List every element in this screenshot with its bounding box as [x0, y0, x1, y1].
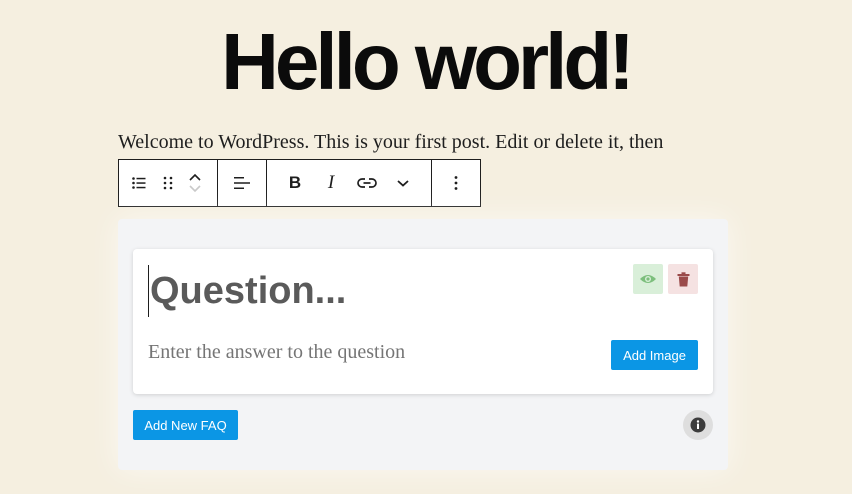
toggle-visibility-button[interactable]	[633, 264, 663, 294]
post-title[interactable]: Hello world!	[0, 14, 852, 110]
list-icon	[132, 177, 146, 189]
info-button[interactable]	[683, 410, 713, 440]
toolbar-group-align	[218, 160, 267, 206]
delete-faq-button[interactable]	[668, 264, 698, 294]
bold-button[interactable]: B	[277, 160, 313, 206]
info-icon	[690, 417, 706, 433]
options-button[interactable]	[440, 160, 472, 206]
drag-handle-button[interactable]	[153, 160, 183, 206]
eye-icon	[640, 275, 656, 283]
more-formats-button[interactable]	[385, 160, 421, 206]
faq-block: Question... Enter the answer to the ques…	[118, 219, 728, 470]
question-input[interactable]: Question...	[148, 265, 620, 317]
chevron-down-icon	[397, 180, 409, 187]
answer-input[interactable]: Enter the answer to the question	[148, 341, 405, 364]
toolbar-group-options	[432, 160, 480, 206]
add-new-faq-button[interactable]: Add New FAQ	[133, 410, 238, 440]
align-button[interactable]	[224, 160, 260, 206]
move-down-icon[interactable]	[188, 184, 202, 194]
toolbar-group-block	[119, 160, 218, 206]
drag-handle-icon	[163, 176, 173, 190]
block-toolbar: B I	[118, 159, 481, 207]
link-icon	[357, 178, 377, 188]
post-paragraph[interactable]: Welcome to WordPress. This is your first…	[118, 131, 663, 154]
move-up-icon[interactable]	[188, 172, 202, 182]
block-mover	[183, 160, 207, 206]
list-block-button[interactable]	[125, 160, 153, 206]
italic-button[interactable]: I	[313, 160, 349, 206]
faq-item-card: Question... Enter the answer to the ques…	[133, 249, 713, 394]
toolbar-group-format: B I	[267, 160, 432, 206]
add-image-button[interactable]: Add Image	[611, 340, 698, 370]
italic-icon: I	[327, 172, 335, 193]
align-left-icon	[234, 177, 250, 189]
bold-icon: B	[288, 173, 302, 192]
link-button[interactable]	[349, 160, 385, 206]
more-options-icon	[454, 176, 458, 190]
trash-icon	[677, 271, 689, 286]
